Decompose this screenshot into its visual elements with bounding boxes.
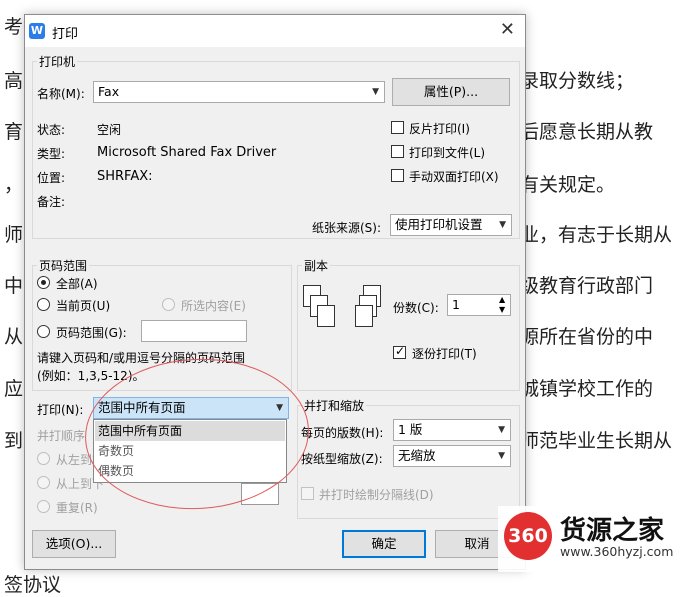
copies-spinner[interactable]: ▲ ▼ [499,295,505,315]
current-page-radio[interactable] [37,298,50,311]
dialog-title: 打印 [52,27,79,42]
chevron-down-icon: ▼ [498,425,505,435]
print-to-file-label[interactable]: 打印到文件(L) [409,144,485,161]
doc-fragment: 级教育行政部门 [520,275,654,297]
doc-fragment: 录取分数线； [520,70,635,92]
close-icon[interactable]: ✕ [500,19,515,40]
doc-fragment: 后愿意长期从教 [520,121,654,143]
type-value: Microsoft Shared Fax Driver [97,145,277,160]
reverse-print-label[interactable]: 反片打印(I) [409,120,470,137]
page-range-group-title: 页码范围 [37,257,90,274]
page-range-radio[interactable] [37,325,50,338]
doc-fragment: 签协议 [4,574,62,596]
paper-source-select[interactable]: 使用打印机设置 ▼ [390,214,512,236]
pages-per-sheet-label: 每页的版数(H): [301,426,384,440]
scale-value: 无缩放 [398,448,436,463]
collate-checkbox[interactable] [393,344,406,359]
printer-name-value: Fax [98,84,120,99]
properties-button[interactable]: 属性(P)... [392,78,510,106]
manual-duplex-label[interactable]: 手动双面打印(X) [409,168,499,185]
selection-radio[interactable] [162,298,175,311]
print-to-file-checkbox[interactable] [391,145,404,158]
watermark-logo: 360 [504,512,552,560]
doc-fragment: 师范毕业生长期从 [520,430,673,452]
print-dialog: W 打印 ✕ 打印机 名称(M): Fax ▼ 属性(P)... 状态: 空闲 … [24,14,526,570]
type-label: 类型: [37,147,66,161]
repeat-label: 重复(R) [56,501,98,515]
printer-group-title: 打印机 [37,53,78,70]
page-range-input[interactable] [141,320,247,342]
doc-fragment: 业，有志于长期从 [520,224,673,246]
chevron-down-icon: ▼ [372,87,379,97]
all-pages-label[interactable]: 全部(A) [56,275,98,292]
collate-label[interactable]: 逐份打印(T) [412,345,477,362]
location-label: 位置: [37,171,66,185]
draw-borders-label: 并打时绘制分隔线(D) [319,488,434,502]
watermark-url: www.360hyzj.com [560,544,674,559]
options-button[interactable]: 选项(O)... [32,530,116,558]
chevron-down-icon: ▼ [499,220,506,230]
reverse-print-checkbox[interactable] [391,121,404,134]
draw-borders-checkbox[interactable] [301,487,314,500]
location-value: SHRFAX: [97,169,153,184]
copies-group-title: 副本 [302,257,331,274]
print-what-label: 打印(N): [37,403,84,417]
status-value: 空闲 [97,123,122,137]
printer-name-select[interactable]: Fax ▼ [93,81,385,103]
manual-duplex-checkbox[interactable] [391,169,404,182]
top-to-bottom-radio[interactable] [37,476,50,489]
zoom-group-title: 并打和缩放 [302,397,367,414]
pages-per-sheet-value: 1 版 [398,422,423,437]
scale-label: 按纸型缩放(Z): [301,452,383,466]
watermark: 360 货源之家 www.360hyzj.com [498,506,682,572]
chevron-down-icon: ▼ [498,451,505,461]
uncollated-pages-icon [303,285,353,347]
doc-fragment: 源所在省份的中 [520,326,654,348]
title-bar[interactable]: W 打印 ✕ [25,15,525,47]
doc-fragment: 有关规定。 [520,174,616,196]
current-page-label[interactable]: 当前页(U) [56,297,110,314]
doc-fragment: 城镇学校工作的 [520,378,654,400]
watermark-title: 货源之家 [560,516,665,546]
scale-select[interactable]: 无缩放 ▼ [393,445,511,467]
order-label: 并打顺序 [37,429,86,443]
paper-source-value: 使用打印机设置 [395,217,483,232]
left-to-right-radio[interactable] [37,452,50,465]
all-pages-radio[interactable] [37,276,50,289]
comment-label: 备注: [37,195,66,209]
page-range-label[interactable]: 页码范围(G): [56,324,127,341]
printer-name-label: 名称(M): [37,87,85,101]
pages-per-sheet-select[interactable]: 1 版 ▼ [393,419,511,441]
ok-button[interactable]: 确定 [342,530,426,558]
status-label: 状态: [37,123,66,137]
wps-app-icon: W [29,23,45,39]
selection-label: 所选内容(E) [181,299,246,313]
collated-pages-icon [355,285,405,347]
repeat-radio[interactable] [37,500,50,513]
paper-source-label: 纸张来源(S): [312,221,382,235]
